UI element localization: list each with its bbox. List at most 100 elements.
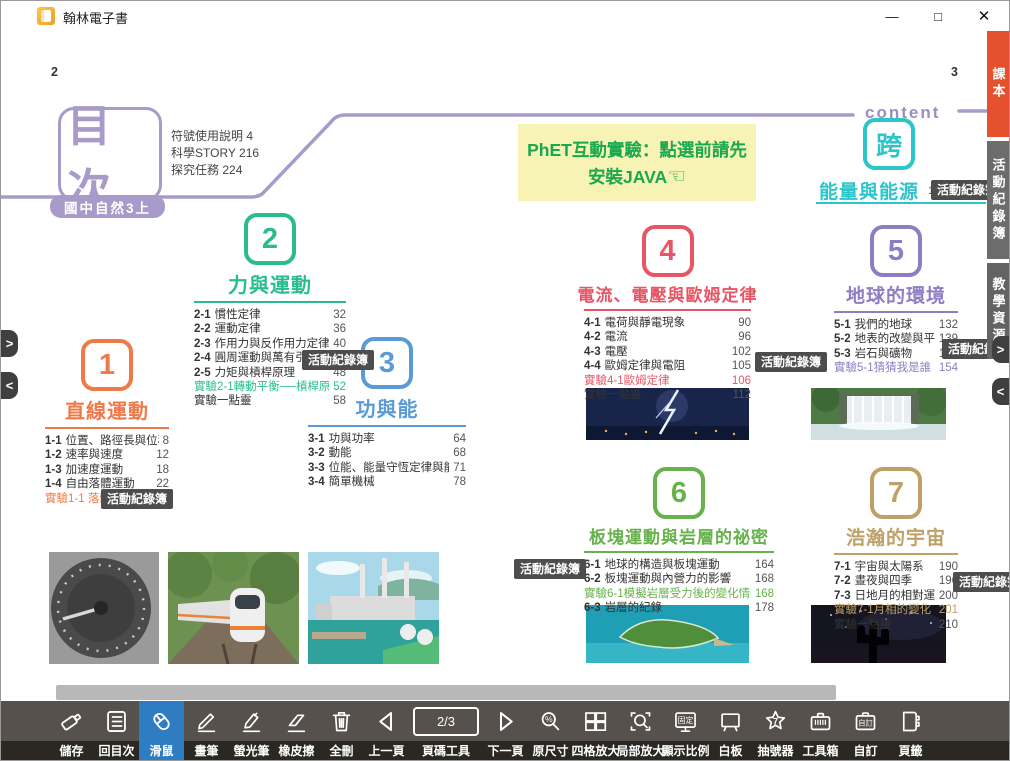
right-edge-prev-arrow[interactable]: < [992, 378, 1009, 405]
quad-zoom-button[interactable]: 四格放大 [573, 701, 618, 761]
toc-row[interactable]: 3-1功與功率64 [308, 432, 466, 446]
chapter-title[interactable]: 功與能 [356, 393, 419, 422]
left-edge-prev-arrow[interactable]: < [1, 372, 18, 399]
toc-row[interactable]: 1-1位置、路徑長與位移8 [45, 434, 169, 448]
svg-text:7: 7 [773, 716, 778, 726]
partial-zoom-button[interactable]: 局部放大 [618, 701, 663, 761]
chapter-5-block: 5 地球的環境 5-1我們的地球132 5-2地表的改變與平衡139 5-3岩石… [834, 225, 958, 376]
delete-all-button[interactable]: 全刪 [319, 701, 364, 761]
number-picker-button[interactable]: 7 抽號器 [753, 701, 798, 761]
toc-row[interactable]: 7-3日地月的相對運動200 [834, 589, 958, 603]
cross-chapter-badge: 跨 [863, 118, 915, 170]
tab-activity-book[interactable]: 活動紀錄簿 [987, 141, 1009, 259]
chapter-title[interactable]: 電流、電壓與歐姆定律 [578, 281, 758, 306]
chapter-title[interactable]: 力與運動 [228, 269, 312, 298]
right-edge-next-arrow[interactable]: > [992, 336, 1009, 363]
next-page-button[interactable]: 下一頁 [483, 701, 528, 761]
toc-row-experiment[interactable]: 實驗6-1模擬岩層受力後的變化情形168 [584, 587, 774, 601]
page-tabs-button[interactable]: 頁籤 [888, 701, 933, 761]
chapter-number-badge: 5 [870, 225, 922, 277]
previous-page-button[interactable]: 上一頁 [364, 701, 409, 761]
chapter-title[interactable]: 板塊運動與岩層的祕密 [589, 523, 769, 548]
toc-row[interactable]: 3-2動能68 [308, 446, 466, 460]
toc-row[interactable]: 實驗一點靈112 [584, 388, 751, 402]
toc-row[interactable]: 1-2速率與速度12 [45, 448, 169, 462]
cross-chapter-title[interactable]: 能量與能源 [819, 177, 919, 204]
front-matter-links: 符號使用說明 4 科學STORY 216 探究任務 224 [171, 128, 259, 179]
custom-tools-button[interactable]: 自訂 自訂 [843, 701, 888, 761]
eraser-tool-button[interactable]: 橡皮擦 [274, 701, 319, 761]
toc-row[interactable]: 6-1地球的構造與板塊運動164 [584, 558, 774, 572]
chapter-title[interactable]: 浩瀚的宇宙 [846, 523, 946, 550]
toc-row[interactable]: 6-3岩層的紀錄178 [584, 601, 774, 615]
photo-speedometer [49, 552, 159, 664]
toc-row[interactable]: 1-3加速度運動18 [45, 463, 169, 477]
toc-row[interactable]: 5-2地表的改變與平衡139 [834, 332, 958, 346]
highlighter-tool-button[interactable]: 螢光筆 [229, 701, 274, 761]
toc-row[interactable]: 4-2電流96 [584, 330, 751, 344]
chapter-4-block: 4 電流、電壓與歐姆定律 4-1電荷與靜電現象90 4-2電流96 4-3電壓1… [584, 225, 751, 402]
activity-badge-ch7[interactable]: 活動紀錄簿 [953, 572, 1010, 592]
display-ratio-button[interactable]: 固定 顯示比例 [663, 701, 708, 761]
activity-badge-ch4[interactable]: 活動紀錄簿 [755, 352, 827, 372]
divider [834, 311, 958, 313]
original-size-button[interactable]: % 原尺寸 [528, 701, 573, 761]
title-bar: 翰林電子書 — □ ✕ [1, 1, 1009, 31]
monitor-fixed-icon: 固定 [672, 708, 699, 735]
front-link[interactable]: 符號使用說明 4 [171, 128, 259, 145]
toc-row[interactable]: 6-2板塊運動與內營力的影響168 [584, 572, 774, 586]
activity-badge-ch2[interactable]: 活動紀錄簿 [302, 350, 374, 370]
chapter-title[interactable]: 地球的環境 [846, 281, 946, 308]
whiteboard-button[interactable]: 白板 [708, 701, 753, 761]
pen-tool-button[interactable]: 畫筆 [184, 701, 229, 761]
chapter-number-badge: 6 [653, 467, 705, 519]
chapter-number-badge: 4 [642, 225, 694, 277]
left-edge-next-arrow[interactable]: > [1, 330, 18, 357]
toolbox-button[interactable]: 工具箱 [798, 701, 843, 761]
zoom-percent-icon: % [537, 708, 564, 735]
minimize-button[interactable]: — [869, 1, 915, 31]
page-number-tool[interactable]: 2/3 頁碼工具 [409, 701, 483, 761]
page-indicator-box[interactable]: 2/3 [413, 707, 479, 736]
toc-row[interactable]: 4-3電壓102 [584, 345, 751, 359]
divider [308, 425, 466, 427]
divider [584, 309, 751, 311]
star-number-icon: 7 [762, 708, 789, 735]
pen-icon [193, 708, 220, 735]
toc-row[interactable]: 2-1慣性定律32 [194, 308, 346, 322]
back-to-toc-button[interactable]: 回目次 [94, 701, 139, 761]
phet-java-notice: PhET互動實驗：點選前請先 安裝JAVA☜ [518, 124, 756, 201]
toc-row[interactable]: 5-3岩石與礦物149 [834, 347, 958, 361]
chapter-title[interactable]: 直線運動 [65, 395, 149, 424]
toc-row[interactable]: 3-3位能、能量守恆定律與能源71 [308, 461, 466, 475]
toc-row[interactable]: 3-4簡單機械78 [308, 475, 466, 489]
toc-row[interactable]: 7-2晝夜與四季196 [834, 574, 958, 588]
close-button[interactable]: ✕ [961, 1, 1007, 31]
toc-row[interactable]: 4-4歐姆定律與電阻105 [584, 359, 751, 373]
divider [834, 553, 958, 555]
quad-zoom-icon [582, 708, 609, 735]
toc-row-experiment[interactable]: 實驗5-1猜猜我是誰154 [834, 361, 958, 375]
activity-badge-ch1[interactable]: 活動紀錄簿 [101, 489, 173, 509]
mouse-tool-button[interactable]: 滑鼠 [139, 701, 184, 761]
tab-textbook[interactable]: 課本 [987, 31, 1009, 137]
front-link[interactable]: 探究任務 224 [171, 162, 259, 179]
front-link[interactable]: 科學STORY 216 [171, 145, 259, 162]
activity-badge-ch6[interactable]: 活動紀錄簿 [514, 559, 586, 579]
toc-row[interactable]: 4-1電荷與靜電現象90 [584, 316, 751, 330]
toc-row[interactable]: 7-1宇宙與太陽系190 [834, 560, 958, 574]
chapter-7-block: 7 浩瀚的宇宙 7-1宇宙與太陽系190 7-2晝夜與四季196 7-3日地月的… [834, 467, 958, 632]
trash-icon [328, 708, 355, 735]
maximize-button[interactable]: □ [915, 1, 961, 31]
window-title: 翰林電子書 [63, 8, 128, 27]
save-button[interactable]: 儲存 [49, 701, 94, 761]
page-tabs-icon [897, 708, 924, 735]
toc-row[interactable]: 2-2運動定律36 [194, 322, 346, 336]
toc-row[interactable]: 實驗一點靈210 [834, 618, 958, 632]
cross-chapter-heading[interactable]: 能量與能源 118 [819, 177, 946, 204]
toc-row-experiment[interactable]: 實驗7-1月相的變化201 [834, 603, 958, 617]
horizontal-scrollbar[interactable] [56, 685, 836, 700]
svg-text:固定: 固定 [678, 714, 694, 724]
toc-row[interactable]: 5-1我們的地球132 [834, 318, 958, 332]
toc-row-experiment[interactable]: 實驗4-1歐姆定律106 [584, 374, 751, 388]
